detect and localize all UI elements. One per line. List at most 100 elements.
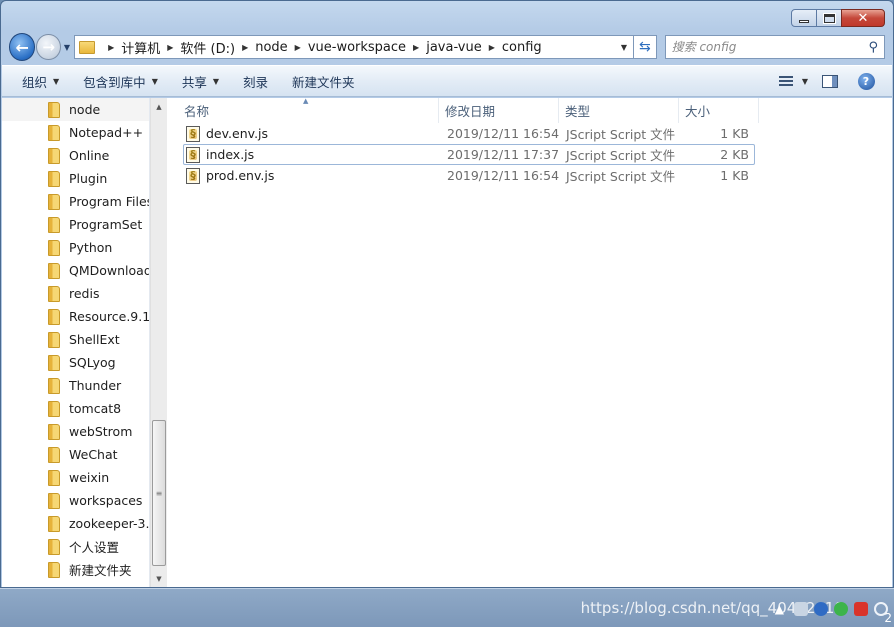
tree-item[interactable]: 新建文件夹 xyxy=(2,558,149,581)
file-row[interactable]: § prod.env.js 2019/12/11 16:54 JScript Scri… xyxy=(183,165,755,186)
organize-label: 组织 xyxy=(22,74,48,90)
sort-ascending-icon: ▲ xyxy=(303,97,309,105)
file-row[interactable]: § dev.env.js 2019/12/11 16:54 JScript Scrip… xyxy=(183,123,755,144)
tree-item[interactable]: workspaces xyxy=(2,489,149,512)
file-name: § dev.env.js xyxy=(184,125,440,142)
preview-pane-icon xyxy=(822,74,838,88)
system-tray: ▲ xyxy=(775,589,894,627)
preview-pane-button[interactable] xyxy=(816,70,844,92)
tree-item[interactable]: WeChat xyxy=(2,443,149,466)
script-file-icon: § xyxy=(186,125,200,142)
breadcrumb-vue-workspace[interactable]: vue-workspace xyxy=(308,40,406,55)
column-header-type[interactable]: 类型 xyxy=(559,98,679,123)
file-row[interactable]: § index.js 2019/12/11 17:37 JScript Script … xyxy=(183,144,755,165)
scroll-thumb[interactable]: ≡ xyxy=(152,420,166,566)
folder-icon xyxy=(48,216,60,233)
tree-item[interactable]: Online xyxy=(2,144,149,167)
tree-item-label: ProgramSet xyxy=(69,217,143,232)
forward-button[interactable]: → xyxy=(36,34,61,60)
maximize-button[interactable] xyxy=(816,9,842,27)
tree-item[interactable]: tomcat8 xyxy=(2,397,149,420)
maximize-icon xyxy=(822,12,836,24)
folder-icon xyxy=(48,377,60,394)
file-rows: § dev.env.js 2019/12/11 16:54 JScript Scrip… xyxy=(167,123,892,186)
address-bar[interactable]: ▶ 计算机 ▶ 软件 (D:) ▶ node ▶ vue-workspace ▶… xyxy=(74,35,635,59)
tree-item[interactable]: ShellExt xyxy=(2,328,149,351)
tree-item-label: Program Files xyxy=(69,194,150,209)
network-icon[interactable] xyxy=(794,601,808,616)
tree-item[interactable]: QMDownload xyxy=(2,259,149,282)
tree-item[interactable]: redis xyxy=(2,282,149,305)
organize-button[interactable]: 组织 ▼ xyxy=(10,66,71,96)
refresh-button[interactable]: ⇆ xyxy=(634,35,657,59)
close-button[interactable]: ✕ xyxy=(841,9,885,27)
new-folder-label: 新建文件夹 xyxy=(292,74,355,90)
tree-item[interactable]: Thunder xyxy=(2,374,149,397)
chevron-right-icon[interactable]: ▶ xyxy=(242,43,248,52)
burn-label: 刻录 xyxy=(243,74,269,90)
app-tray-icon[interactable] xyxy=(814,601,828,616)
tree-item[interactable]: weixin xyxy=(2,466,149,489)
burn-button[interactable]: 刻录 xyxy=(231,66,280,96)
tray-expand-icon[interactable]: ▲ xyxy=(775,602,784,616)
file-type: JScript Script 文件 xyxy=(566,127,676,142)
chevron-right-icon[interactable]: ▶ xyxy=(108,43,114,52)
tree-item-label: Python xyxy=(69,240,113,255)
tree-item[interactable]: Program Files xyxy=(2,190,149,213)
alert-tray-icon[interactable] xyxy=(854,601,868,616)
back-button[interactable]: ← xyxy=(9,33,36,61)
tree-item[interactable]: webStrom xyxy=(2,420,149,443)
refresh-icon: ⇆ xyxy=(638,39,651,55)
chevron-down-icon[interactable]: ▼ xyxy=(802,77,808,86)
include-library-button[interactable]: 包含到库中 ▼ xyxy=(71,66,170,96)
tree-item[interactable]: 个人设置 xyxy=(2,535,149,558)
chevron-right-icon[interactable]: ▶ xyxy=(295,43,301,52)
search-input[interactable] xyxy=(671,40,869,54)
tree-item[interactable]: Plugin xyxy=(2,167,149,190)
navigation-scrollbar[interactable]: ▲ ≡ ▼ xyxy=(150,98,167,587)
history-dropdown-icon[interactable]: ▼ xyxy=(64,43,70,52)
help-button[interactable]: ? xyxy=(852,70,880,92)
search-icon[interactable]: ⚲ xyxy=(868,40,878,55)
file-size: 1 KB xyxy=(720,126,749,141)
chevron-right-icon[interactable]: ▶ xyxy=(489,43,495,52)
folder-icon xyxy=(48,561,60,578)
file-type: JScript Script 文件 xyxy=(566,148,676,163)
view-options-button[interactable] xyxy=(772,70,800,92)
new-folder-button[interactable]: 新建文件夹 xyxy=(280,66,367,96)
column-header-date[interactable]: 修改日期 xyxy=(439,98,559,123)
tree-item[interactable]: node xyxy=(2,98,149,121)
scroll-up-icon[interactable]: ▲ xyxy=(151,98,167,115)
breadcrumb-java-vue[interactable]: java-vue xyxy=(426,40,482,55)
wechat-tray-icon[interactable] xyxy=(834,601,848,616)
tree-item-label: redis xyxy=(69,286,100,301)
breadcrumb-node[interactable]: node xyxy=(255,40,287,55)
breadcrumb-drive[interactable]: 软件 (D:) xyxy=(180,38,235,57)
share-button[interactable]: 共享 ▼ xyxy=(170,66,231,96)
chevron-right-icon[interactable]: ▶ xyxy=(167,43,173,52)
arrow-right-icon: → xyxy=(42,38,55,56)
tree-item[interactable]: Resource.9.1.9 xyxy=(2,305,149,328)
breadcrumb-computer[interactable]: 计算机 xyxy=(121,38,160,57)
address-dropdown-icon[interactable]: ▼ xyxy=(615,43,633,52)
scroll-down-icon[interactable]: ▼ xyxy=(151,570,167,587)
breadcrumb-config[interactable]: config xyxy=(502,40,542,55)
minimize-button[interactable] xyxy=(791,9,817,27)
file-name-label: index.js xyxy=(206,147,255,162)
tree-item[interactable]: zookeeper-3.4 xyxy=(2,512,149,535)
file-date: 2019/12/11 16:54 xyxy=(447,168,560,183)
tree-item[interactable]: Python xyxy=(2,236,149,259)
column-header-size[interactable]: 大小 xyxy=(679,98,759,123)
search-box[interactable]: ⚲ xyxy=(664,35,886,59)
column-headers: ▲ 名称 修改日期 类型 大小 xyxy=(167,97,892,123)
folder-icon xyxy=(48,308,60,325)
tree-item[interactable]: ProgramSet xyxy=(2,213,149,236)
folder-icon xyxy=(48,469,60,486)
tree-item[interactable]: Notepad++ xyxy=(2,121,149,144)
folder-icon xyxy=(48,492,60,509)
tree-item[interactable]: SQLyog xyxy=(2,351,149,374)
chevron-right-icon[interactable]: ▶ xyxy=(413,43,419,52)
tree-item-label: 新建文件夹 xyxy=(69,563,132,578)
taskbar: https://blog.csdn.net/qq_40402418 ▲ 2 xyxy=(0,588,894,627)
folder-icon xyxy=(48,147,60,164)
